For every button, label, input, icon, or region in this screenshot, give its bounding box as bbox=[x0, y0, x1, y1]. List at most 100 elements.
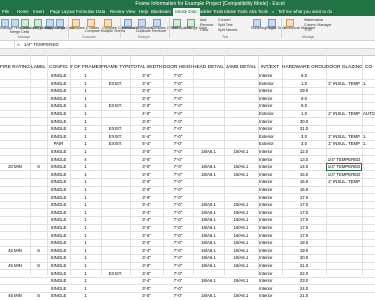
cell-door-glazing[interactable] bbox=[326, 209, 362, 217]
cell-co[interactable] bbox=[363, 201, 375, 209]
cell-hardware-group[interactable]: 17.0 bbox=[282, 209, 326, 217]
cell-total-width[interactable]: 3'-0" bbox=[130, 232, 163, 240]
cell-head-detail[interactable] bbox=[193, 140, 224, 148]
cell-int-ext[interactable]: Interior bbox=[259, 156, 283, 164]
cell-jamb-detail[interactable] bbox=[224, 133, 258, 141]
cell-fire-rating[interactable] bbox=[0, 285, 30, 293]
cell-jamb-detail[interactable]: 19/A6.1 bbox=[224, 292, 258, 300]
cell-door-glazing[interactable]: 1" INSUL. TEMP bbox=[326, 140, 362, 148]
cell-fire-rating[interactable] bbox=[0, 125, 30, 133]
cell-fire-rating[interactable]: 20 MIN bbox=[0, 163, 30, 171]
cell-total-width[interactable]: 3'-0" bbox=[130, 95, 163, 103]
split-text-button[interactable]: Split Text bbox=[218, 23, 233, 27]
cell-int-ext[interactable]: Exterior bbox=[259, 80, 283, 88]
cell-frame-type[interactable]: EXIST. bbox=[101, 80, 130, 88]
cell-frame-count[interactable]: 1 bbox=[70, 133, 101, 141]
cell-int-ext[interactable]: Interior bbox=[259, 254, 283, 262]
cell-fire-rating[interactable] bbox=[0, 186, 30, 194]
cell-total-width[interactable]: 3'-0" bbox=[130, 239, 163, 247]
cell-fire-rating[interactable] bbox=[0, 72, 30, 80]
cell-frame-count[interactable]: 1 bbox=[70, 178, 101, 186]
cell-frame-type[interactable] bbox=[101, 247, 130, 255]
cell-int-ext[interactable]: Interior bbox=[259, 232, 283, 240]
cell-door-glazing[interactable]: 1" INSUL. TEMP bbox=[326, 133, 362, 141]
cell-config[interactable]: SINGLE bbox=[47, 102, 70, 110]
cell-hardware-group[interactable]: 23.0 bbox=[282, 277, 326, 285]
cell-door-glazing[interactable] bbox=[326, 224, 362, 232]
cell-config[interactable]: SINGLE bbox=[47, 254, 70, 262]
cell-config[interactable]: SINGLE bbox=[47, 171, 70, 179]
cell-frame-count[interactable]: 1 bbox=[70, 80, 101, 88]
cell-jamb-detail[interactable]: 19/A6.1 bbox=[224, 277, 258, 285]
cell-config[interactable]: SINGLE bbox=[47, 186, 70, 194]
cell-frame-type[interactable] bbox=[101, 216, 130, 224]
cell-frame-count[interactable]: 1 bbox=[70, 163, 101, 171]
column-header-jamb-detail[interactable]: JAMB DETAIL bbox=[224, 64, 258, 72]
cell-co[interactable] bbox=[363, 292, 375, 300]
cell-jamb-detail[interactable]: 19/A6.1 bbox=[224, 148, 258, 156]
cell-config[interactable]: SINGLE bbox=[47, 163, 70, 171]
cell-total-width[interactable]: 4'-0" bbox=[130, 110, 163, 118]
cell-total-width[interactable]: 5'-4" bbox=[130, 133, 163, 141]
cell-label[interactable] bbox=[30, 118, 47, 126]
cell-int-ext[interactable]: Interior bbox=[259, 87, 283, 95]
cell-hardware-group[interactable]: 3.0 bbox=[282, 133, 326, 141]
tab-aka-tools[interactable]: Aka Tools bbox=[249, 8, 268, 16]
cell-jamb-detail[interactable] bbox=[224, 156, 258, 164]
cell-hardware-group[interactable]: 30.0 bbox=[282, 118, 326, 126]
remove-button[interactable]: Remove bbox=[200, 23, 213, 27]
tab-ideate-tools[interactable]: Ideate Tools bbox=[224, 8, 248, 16]
column-header-label[interactable]: LABEL bbox=[30, 64, 47, 72]
cell-label[interactable] bbox=[30, 140, 47, 148]
cell-frame-count[interactable]: 1 bbox=[70, 171, 101, 179]
cell-door-glazing[interactable]: 1" INSUL. TEMP bbox=[326, 110, 362, 118]
cell-co[interactable] bbox=[363, 72, 375, 80]
cell-label[interactable] bbox=[30, 270, 47, 278]
tab-bluebeam[interactable]: Bluebeam bbox=[151, 8, 171, 16]
cell-int-ext[interactable]: Interior bbox=[259, 186, 283, 194]
convert-button[interactable]: Convert bbox=[218, 18, 231, 22]
cell-door-height[interactable]: 7'-0" bbox=[163, 156, 193, 164]
cell-door-height[interactable]: 7'-0" bbox=[163, 95, 193, 103]
name-box[interactable] bbox=[0, 41, 15, 48]
cell-frame-count[interactable]: 1 bbox=[70, 87, 101, 95]
cell-frame-count[interactable]: 1 bbox=[70, 186, 101, 194]
cell-config[interactable]: SINGLE bbox=[47, 285, 70, 293]
cell-co[interactable] bbox=[363, 118, 375, 126]
compare-sheets-icon[interactable] bbox=[87, 19, 95, 27]
cell-total-width[interactable]: 3'-0" bbox=[130, 178, 163, 186]
cell-door-glazing[interactable] bbox=[326, 125, 362, 133]
tab-file[interactable]: File bbox=[2, 8, 9, 16]
cell-co[interactable] bbox=[363, 148, 375, 156]
cell-frame-count[interactable]: 1 bbox=[70, 194, 101, 202]
cell-door-glazing[interactable] bbox=[326, 72, 362, 80]
cell-head-detail[interactable] bbox=[193, 270, 224, 278]
cell-frame-type[interactable] bbox=[101, 148, 130, 156]
cell-head-detail[interactable] bbox=[193, 87, 224, 95]
cell-head-detail[interactable]: 18/A6.1 bbox=[193, 232, 224, 240]
cell-hardware-group[interactable]: 22.0 bbox=[282, 270, 326, 278]
cell-head-detail[interactable] bbox=[193, 110, 224, 118]
cell-int-ext[interactable]: Exterior bbox=[259, 110, 283, 118]
cell-door-height[interactable]: 7'-0" bbox=[163, 125, 193, 133]
cell-total-width[interactable]: 3'-0" bbox=[130, 125, 163, 133]
cell-total-width[interactable]: 3'-4" bbox=[130, 277, 163, 285]
cell-frame-count[interactable]: 1 bbox=[70, 209, 101, 217]
cell-frame-count[interactable]: 1 bbox=[70, 262, 101, 270]
cell-door-height[interactable]: 7'-0" bbox=[163, 232, 193, 240]
cell-config[interactable]: SINGLE bbox=[47, 216, 70, 224]
cell-label[interactable] bbox=[30, 209, 47, 217]
cell-label[interactable]: S bbox=[30, 262, 47, 270]
cell-door-height[interactable]: 7'-0" bbox=[163, 216, 193, 224]
cell-fire-rating[interactable] bbox=[0, 270, 30, 278]
merge-cells-icon[interactable] bbox=[11, 19, 19, 27]
cell-hardware-group[interactable]: 6.0 bbox=[282, 72, 326, 80]
cell-door-height[interactable]: 7'-0" bbox=[163, 209, 193, 217]
cell-door-glazing[interactable] bbox=[326, 186, 362, 194]
cell-label[interactable] bbox=[30, 171, 47, 179]
duplicate-remover-icon[interactable] bbox=[138, 19, 146, 27]
cell-total-width[interactable]: 3'-0" bbox=[130, 163, 163, 171]
cell-fire-rating[interactable] bbox=[0, 87, 30, 95]
cell-hardware-group[interactable]: 17.0 bbox=[282, 216, 326, 224]
column-header-fire-rating[interactable]: FIRE RATING bbox=[0, 64, 30, 72]
